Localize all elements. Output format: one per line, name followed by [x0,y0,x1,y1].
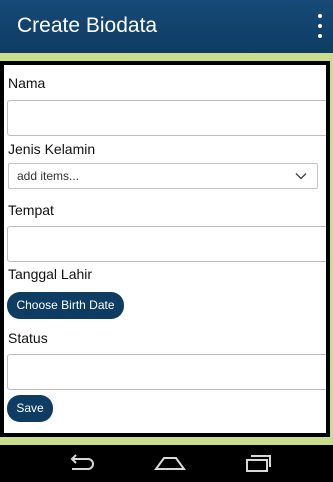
app-bar: Create Biodata [0,0,333,53]
home-icon[interactable] [154,454,186,472]
more-vert-icon[interactable] [313,14,327,38]
page-title: Create Biodata [17,14,158,37]
biodata-form: Nama Jenis Kelamin add items... Tempat T… [0,61,330,437]
status-label: Status [8,330,48,346]
jenis-kelamin-label: Jenis Kelamin [8,141,96,157]
save-button[interactable]: Save [7,395,53,422]
tempat-label: Tempat [8,202,54,218]
tanggal-lahir-label: Tanggal Lahir [8,266,93,282]
jenis-kelamin-select[interactable]: add items... [8,163,318,189]
system-navigation-bar [0,445,333,482]
chevron-down-icon [295,173,307,180]
nama-label: Nama [8,75,46,91]
jenis-kelamin-selected: add items... [17,169,80,183]
recents-icon[interactable] [244,454,272,472]
back-icon[interactable] [66,454,96,472]
tempat-input[interactable] [7,226,326,262]
nama-input[interactable] [7,100,326,136]
status-input[interactable] [7,354,326,390]
choose-birth-date-button[interactable]: Choose Birth Date [7,292,124,319]
